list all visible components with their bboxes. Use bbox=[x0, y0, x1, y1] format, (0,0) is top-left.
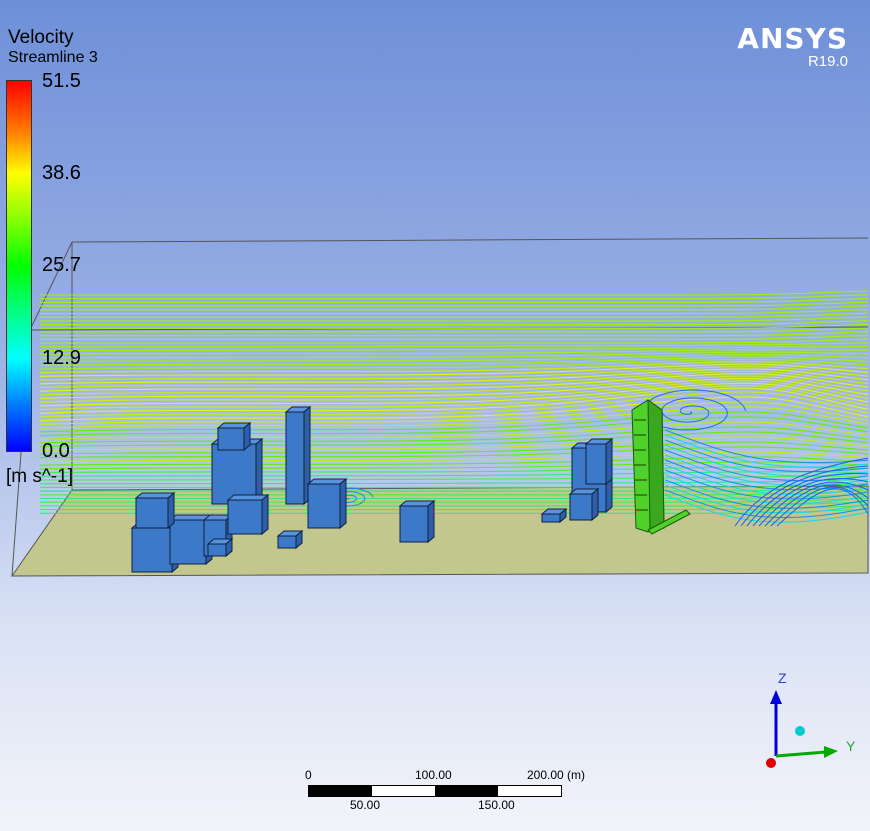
axis-z-label: Z bbox=[778, 670, 787, 686]
axis-y-label: Y bbox=[846, 738, 856, 754]
streamline bbox=[39, 353, 869, 363]
building bbox=[226, 493, 270, 536]
building bbox=[398, 499, 436, 544]
building bbox=[584, 437, 614, 486]
brand-name: ANSYS bbox=[737, 22, 848, 55]
scale-label-150: 150.00 bbox=[478, 798, 515, 812]
streamline bbox=[40, 290, 869, 296]
streamline bbox=[39, 475, 869, 481]
streamline bbox=[39, 456, 869, 466]
scale-label-50: 50.00 bbox=[350, 798, 381, 812]
legend-subtitle: Streamline 3 bbox=[8, 49, 98, 66]
building bbox=[134, 491, 176, 530]
scale-bar-graphic bbox=[308, 785, 562, 797]
scale-seg-1 bbox=[309, 786, 372, 796]
building bbox=[276, 529, 304, 550]
building bbox=[540, 507, 568, 524]
viewport-scene[interactable] bbox=[0, 0, 870, 831]
axis-triad bbox=[766, 690, 838, 768]
legend-title: Velocity bbox=[8, 27, 74, 48]
streamlines bbox=[39, 290, 869, 527]
building bbox=[216, 421, 252, 452]
legend-tick-4: 12.9 bbox=[42, 347, 81, 369]
legend-units: [m s^-1] bbox=[6, 466, 73, 487]
brand-version: R19.0 bbox=[807, 53, 848, 70]
scale-label-100: 100.00 bbox=[415, 768, 452, 782]
legend-tick-min: 0.0 bbox=[42, 440, 70, 462]
scale-label-0: 0 bbox=[305, 768, 312, 782]
legend-tick-3: 25.7 bbox=[42, 254, 81, 276]
scale-bar: 0 100.00 200.00 (m) 50.00 150.00 bbox=[300, 768, 585, 818]
building bbox=[306, 477, 348, 530]
color-legend-bar bbox=[6, 80, 32, 452]
scale-seg-3 bbox=[435, 786, 498, 796]
scale-label-200: 200.00 (m) bbox=[527, 768, 586, 782]
building bbox=[568, 487, 600, 522]
streamline bbox=[39, 391, 869, 418]
streamline bbox=[39, 363, 869, 377]
streamline bbox=[39, 406, 869, 429]
building bbox=[206, 537, 234, 558]
legend-tick-max: 51.5 bbox=[42, 70, 81, 92]
brand-logo: ANSYS R19.0 bbox=[737, 22, 848, 70]
legend-tick-2: 38.6 bbox=[42, 162, 81, 184]
building bbox=[284, 405, 312, 506]
